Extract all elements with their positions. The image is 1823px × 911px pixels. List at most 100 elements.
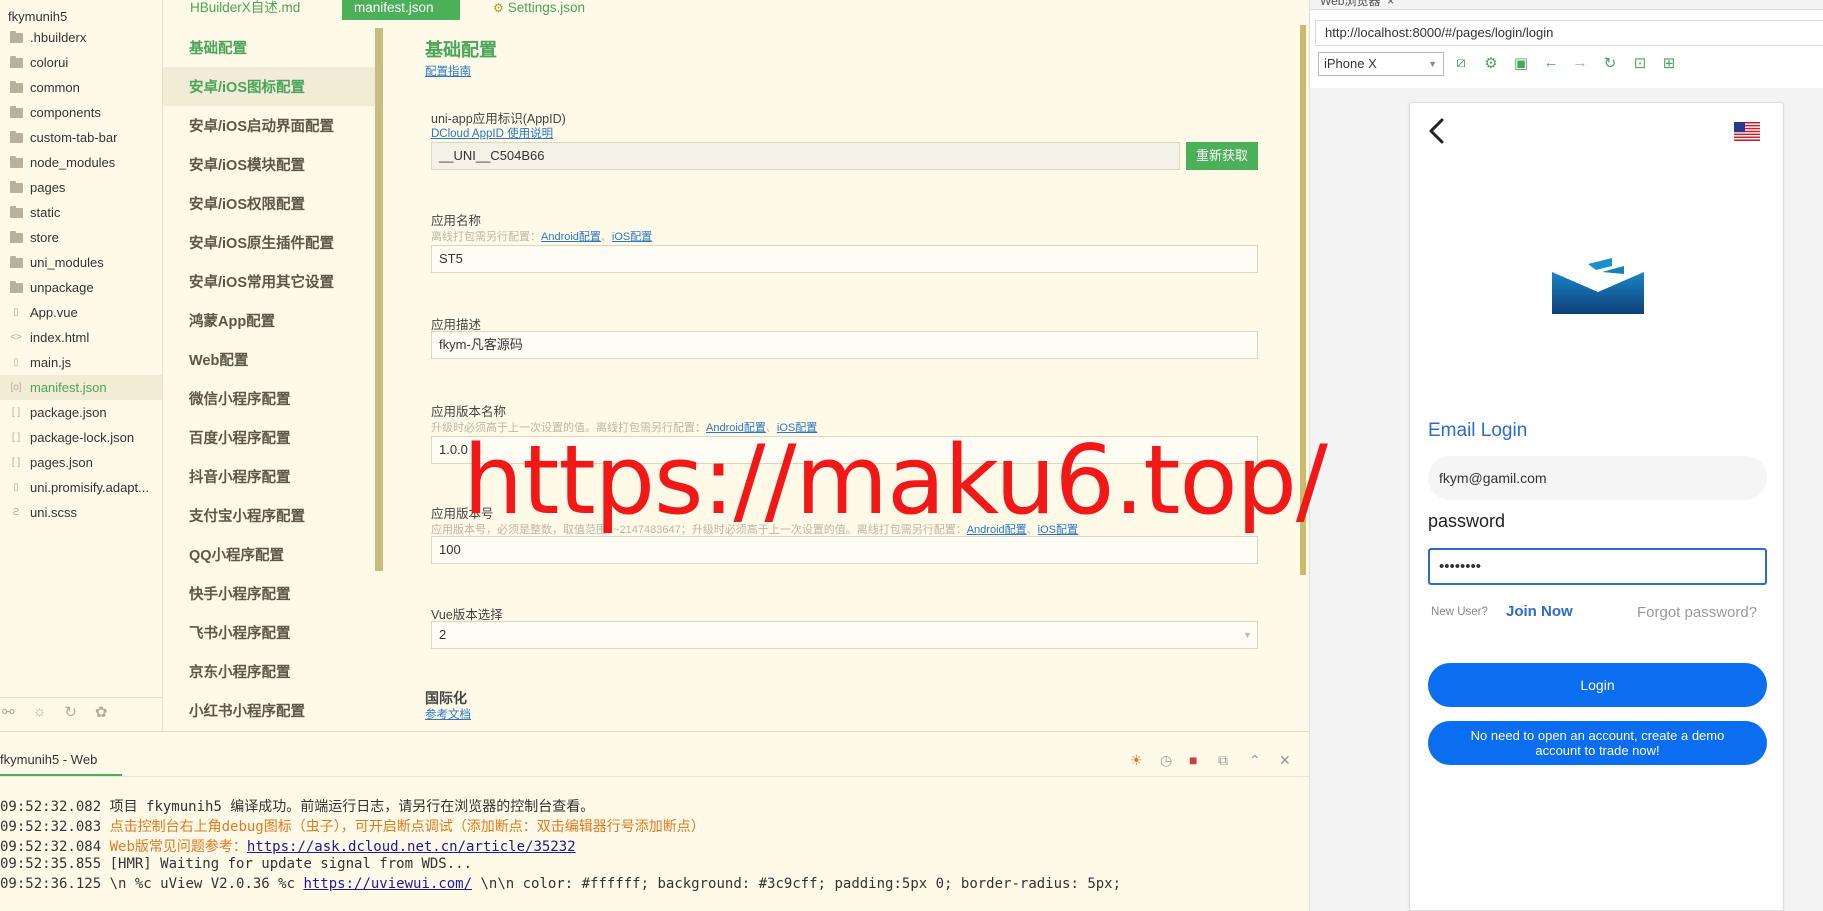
tree-item-pages-json[interactable]: [ ] pages.json <box>0 450 162 475</box>
bug-icon[interactable]: ☼ <box>33 703 47 720</box>
simulator-area: Email Login fkym@gamil.com password ••••… <box>1310 88 1823 911</box>
chevron-up-icon[interactable]: ⌃ <box>1249 752 1261 769</box>
clock-icon[interactable]: ◷ <box>1160 752 1172 769</box>
binoculars-icon[interactable]: ⚯ <box>2 703 15 721</box>
tree-item-common[interactable]: common <box>0 75 162 100</box>
ios-config-link[interactable]: iOS配置 <box>612 231 652 243</box>
device-select[interactable]: iPhone X ▼ <box>1318 52 1444 76</box>
refresh-icon[interactable]: ↻ <box>64 703 77 721</box>
i18n-doc-link[interactable]: 参考文档 <box>425 706 471 722</box>
nav-baidu-config[interactable]: 百度小程序配置 <box>163 418 375 457</box>
android-config-link[interactable]: Android配置 <box>706 422 766 434</box>
nav-other-settings[interactable]: 安卓/iOS常用其它设置 <box>163 262 375 301</box>
folder-icon <box>9 130 23 144</box>
tree-item-node-modules[interactable]: node_modules <box>0 150 162 175</box>
tree-item-uni-scss[interactable]: ϩ uni.scss <box>0 500 162 525</box>
nav-weixin-config[interactable]: 微信小程序配置 <box>163 379 375 418</box>
us-flag-icon[interactable] <box>1734 122 1760 141</box>
nav-xiaohongshu-config[interactable]: 小红书小程序配置 <box>163 691 375 728</box>
tree-item-main-js[interactable]: ▯ main.js <box>0 350 162 375</box>
nav-feishu-config[interactable]: 飞书小程序配置 <box>163 613 375 652</box>
stop-icon[interactable]: ■ <box>1189 752 1197 768</box>
nav-douyin-config[interactable]: 抖音小程序配置 <box>163 457 375 496</box>
email-input[interactable]: fkym@gamil.com <box>1428 456 1767 500</box>
nav-alipay-config[interactable]: 支付宝小程序配置 <box>163 496 375 535</box>
password-input[interactable]: •••••••• <box>1428 548 1767 585</box>
nav-splash-config[interactable]: 安卓/iOS启动界面配置 <box>163 106 375 145</box>
android-config-link[interactable]: Android配置 <box>967 524 1027 536</box>
devtools-icon[interactable]: ▣ <box>1512 54 1530 72</box>
close-icon[interactable]: × <box>1387 0 1394 8</box>
nav-scrollbar[interactable] <box>375 28 383 571</box>
app-desc-input[interactable]: fkym-凡客源码 <box>431 331 1258 359</box>
tree-item-hbuilderx[interactable]: .hbuilderx <box>0 25 162 50</box>
tab-manifest-json[interactable]: manifest.json <box>342 0 460 20</box>
tree-item-store[interactable]: store <box>0 225 162 250</box>
forward-arrow-icon[interactable]: → <box>1571 54 1589 71</box>
vue-file-icon: ▯ <box>13 307 19 318</box>
form-scrollbar[interactable] <box>1300 25 1306 575</box>
tree-item-app-vue[interactable]: ▯ App.vue <box>0 300 162 325</box>
tree-toolbar: ⚯ ☼ ↻ ✿ <box>0 697 162 725</box>
nav-icon-config[interactable]: 安卓/iOS图标配置 <box>163 67 375 106</box>
nav-native-plugin-config[interactable]: 安卓/iOS原生插件配置 <box>163 223 375 262</box>
nav-qq-config[interactable]: QQ小程序配置 <box>163 535 375 574</box>
join-now-link[interactable]: Join Now <box>1506 603 1573 620</box>
faq-link[interactable]: https://ask.dcloud.net.cn/article/35232 <box>247 839 576 855</box>
tree-item-colorui[interactable]: colorui <box>0 50 162 75</box>
screenshot-icon[interactable]: ⧄ <box>1452 54 1470 71</box>
tree-item-pages[interactable]: pages <box>0 175 162 200</box>
url-bar[interactable]: http://localhost:8000/#/pages/login/logi… <box>1315 20 1823 46</box>
lock-icon[interactable]: ⊡ <box>1631 54 1649 72</box>
tree-item-manifest-json[interactable]: [o] manifest.json <box>0 375 162 400</box>
browser-tab[interactable]: Web浏览器 × <box>1320 0 1394 9</box>
nav-harmony-config[interactable]: 鸿蒙App配置 <box>163 301 375 340</box>
open-external-icon[interactable]: ⧉ <box>1218 752 1228 769</box>
folder-icon <box>9 205 23 219</box>
tab-hbuilderx-readme[interactable]: HBuilderX自述.md <box>178 0 312 20</box>
tree-item-uni-promisify[interactable]: ▯ uni.promisify.adapt... <box>0 475 162 500</box>
forgot-password-link[interactable]: Forgot password? <box>1637 604 1757 621</box>
appid-input[interactable]: __UNI__C504B66 <box>431 142 1180 170</box>
nav-jd-config[interactable]: 京东小程序配置 <box>163 652 375 691</box>
vue-version-select[interactable]: 2 <box>431 621 1258 649</box>
nav-module-config[interactable]: 安卓/iOS模块配置 <box>163 145 375 184</box>
ios-config-link[interactable]: iOS配置 <box>1038 524 1078 536</box>
qrcode-icon[interactable]: ⊞ <box>1660 54 1678 72</box>
back-icon[interactable] <box>1426 117 1450 145</box>
nav-kuaishou-config[interactable]: 快手小程序配置 <box>163 574 375 613</box>
tree-item-components[interactable]: components <box>0 100 162 125</box>
tree-item-unpackage[interactable]: unpackage <box>0 275 162 300</box>
palette-icon[interactable]: ✿ <box>95 703 108 721</box>
chevron-down-icon[interactable]: ▼ <box>1243 630 1252 640</box>
tab-settings-json[interactable]: ⚙ Settings.json <box>481 0 597 20</box>
android-config-link[interactable]: Android配置 <box>541 231 601 243</box>
app-name-input[interactable]: ST5 <box>431 245 1258 273</box>
back-arrow-icon[interactable]: ← <box>1542 54 1560 71</box>
project-root[interactable]: fkymunih5 <box>0 0 162 25</box>
tree-item-uni-modules[interactable]: uni_modules <box>0 250 162 275</box>
refresh-appid-button[interactable]: 重新获取 <box>1186 142 1258 170</box>
config-guide-link[interactable]: 配置指南 <box>425 63 471 79</box>
ios-config-link[interactable]: iOS配置 <box>777 422 817 434</box>
demo-account-button[interactable]: No need to open an account, create a dem… <box>1428 721 1767 765</box>
debug-bug-icon[interactable]: ☀ <box>1130 752 1143 769</box>
tree-item-index-html[interactable]: <> index.html <box>0 325 162 350</box>
tree-item-static[interactable]: static <box>0 200 162 225</box>
version-code-input[interactable]: 100 <box>431 536 1258 564</box>
console-line: 09:52:32.084 Web版常见问题参考：https://ask.dclo… <box>0 839 576 855</box>
version-name-input[interactable]: 1.0.0 <box>431 436 1258 464</box>
console-tab[interactable]: fkymunih5 - Web <box>0 752 97 767</box>
tree-item-package-json[interactable]: [ ] package.json <box>0 400 162 425</box>
appid-help-link[interactable]: DCloud AppID 使用说明 <box>431 125 553 141</box>
settings-icon[interactable]: ⚙ <box>1482 54 1500 72</box>
nav-web-config[interactable]: Web配置 <box>163 340 375 379</box>
login-button[interactable]: Login <box>1428 663 1767 707</box>
clear-console-icon[interactable]: ✕ <box>1279 752 1291 769</box>
nav-basic-config[interactable]: 基础配置 <box>163 28 375 67</box>
uview-link[interactable]: https://uviewui.com/ <box>303 876 472 892</box>
tree-item-custom-tab-bar[interactable]: custom-tab-bar <box>0 125 162 150</box>
tree-item-package-lock-json[interactable]: [ ] package-lock.json <box>0 425 162 450</box>
reload-icon[interactable]: ↻ <box>1601 54 1619 72</box>
nav-permission-config[interactable]: 安卓/iOS权限配置 <box>163 184 375 223</box>
